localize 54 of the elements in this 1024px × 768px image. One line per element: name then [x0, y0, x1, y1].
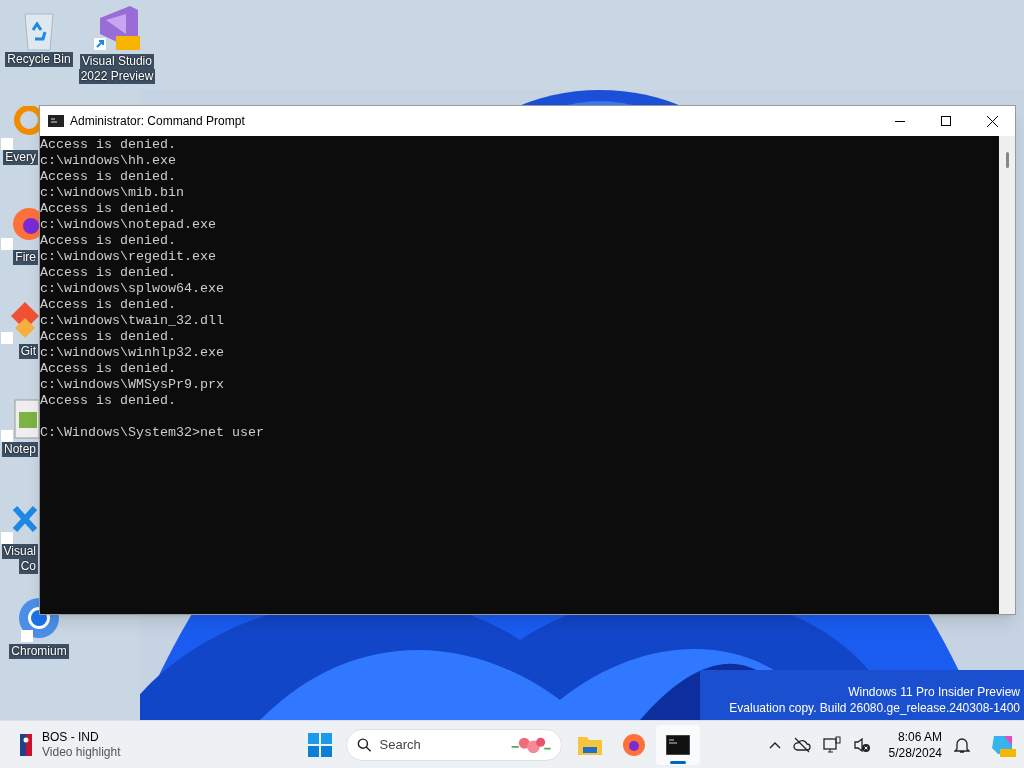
console-line: c:\windows\hh.exe [40, 153, 176, 168]
icon-label: Fire [13, 250, 38, 265]
git-icon [0, 300, 39, 344]
windows-logo-icon [308, 732, 332, 757]
league-logo-icon [20, 733, 32, 756]
taskbar-app[interactable] [656, 724, 700, 765]
console-line: c:\windows\notepad.exe [40, 217, 216, 232]
console-line: Access is denied. [40, 137, 176, 152]
search-field[interactable]: Search [346, 728, 562, 761]
console-line: c:\windows\WMSysPr9.prx [40, 377, 224, 392]
widget-title: BOS - IND [42, 729, 100, 745]
console-line: c:\windows\regedit.exe [40, 249, 216, 264]
console-line: c:\windows\mib.bin [40, 185, 184, 200]
maximize-icon [941, 116, 951, 126]
clock[interactable]: 8:06 AM 5/28/2024 [888, 728, 942, 761]
icon-label: Co [18, 559, 38, 574]
chevron-up-icon[interactable] [768, 740, 781, 749]
console-line: c:\windows\twain_32.dll [40, 313, 224, 328]
console-line: Access is denied. [40, 169, 176, 184]
console-line: Access is denied. [40, 393, 176, 408]
console-line: Access is denied. [40, 361, 176, 376]
close-icon [986, 115, 998, 127]
terminal-icon [666, 734, 690, 755]
console-line: Access is denied. [40, 265, 176, 280]
watermark-text: Evaluation copy. Build 26080.ge_release.240308-1400 [729, 700, 1020, 716]
bell-icon[interactable] [954, 735, 970, 754]
console-line: Access is denied. [40, 297, 176, 312]
network-icon[interactable] [822, 735, 841, 754]
window-title: Administrator: Command Prompt [70, 113, 245, 130]
clock-date: 5/28/2024 [888, 744, 942, 761]
minimize-icon [895, 120, 905, 122]
search-icon [357, 736, 372, 753]
console-line: c:\windows\winhlp32.exe [40, 345, 224, 360]
console-line: C:\Windows\System32>net user [40, 425, 264, 440]
icon-label: Notep [1, 442, 38, 457]
icon-label: Every [3, 150, 38, 165]
speaker-muted-icon[interactable] [852, 736, 871, 753]
icon-label: 2022 Preview [78, 69, 156, 84]
cloud-off-icon[interactable] [792, 736, 811, 753]
firefox-icon [622, 732, 646, 757]
console-line: c:\windows\splwow64.exe [40, 281, 224, 296]
console-line: Access is denied. [40, 233, 176, 248]
icon-label: Visual Studio [80, 54, 154, 69]
icon-label: Recycle Bin [5, 52, 73, 67]
console-line: Access is denied. [40, 329, 176, 344]
widget-subtitle: Video highlight [42, 744, 121, 760]
icon-label: Visual [1, 544, 38, 559]
news-widget[interactable]: BOS - IND Video highlight [20, 729, 280, 760]
clock-time: 8:06 AM [897, 728, 942, 745]
icon-label: Git [18, 344, 38, 359]
search-input[interactable]: Search [379, 734, 500, 755]
console-line: Access is denied. [40, 201, 176, 216]
icon-label: Chromium [9, 644, 69, 659]
console-icon [48, 115, 64, 127]
